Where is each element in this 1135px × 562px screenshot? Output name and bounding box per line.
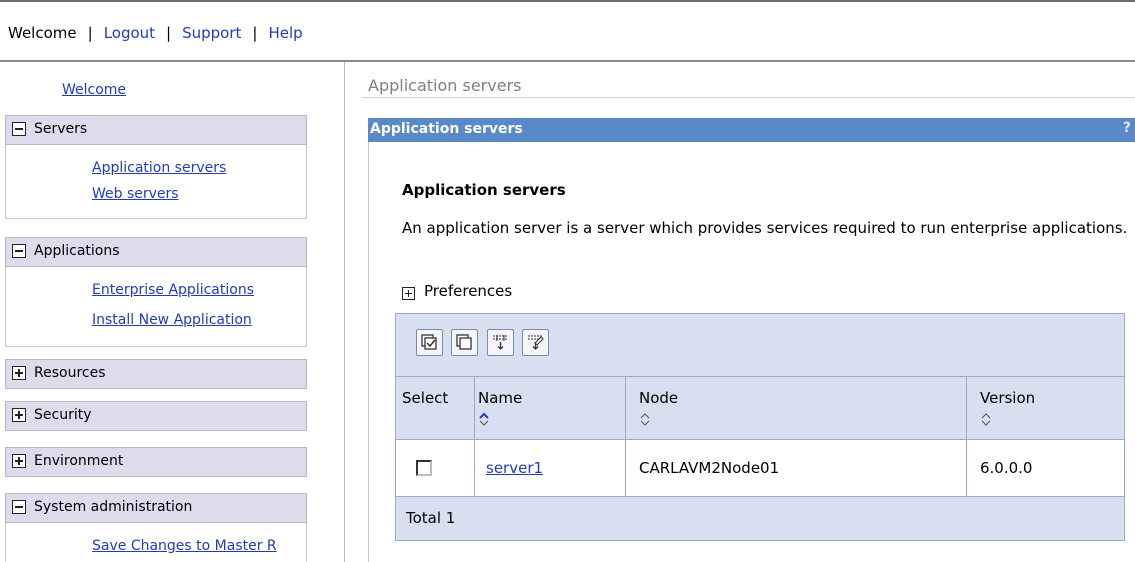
logout-link[interactable]: Logout (104, 24, 155, 42)
show-filter-icon (493, 335, 508, 350)
nav-item-save-changes[interactable]: Save Changes to Master R (92, 538, 277, 554)
collapse-icon[interactable] (12, 122, 26, 136)
collection-table: Select Name Node Version server1 CARLAVM… (395, 313, 1125, 541)
top-separator: | (166, 24, 172, 42)
show-filter-button[interactable] (487, 329, 514, 356)
nav-group-label: Security (34, 407, 92, 423)
column-header-label: Select (402, 389, 449, 407)
nav-group-environment[interactable]: Environment (5, 447, 307, 477)
table-toolbar (396, 314, 1124, 376)
collapse-icon[interactable] (12, 500, 26, 514)
portlet-title: Application servers (370, 121, 523, 137)
top-welcome-label: Welcome (8, 24, 77, 42)
column-header-node[interactable]: Node (625, 376, 966, 439)
deselect-all-button[interactable] (451, 329, 478, 356)
deselect-all-icon (456, 334, 472, 350)
nav-group-security[interactable]: Security (5, 401, 307, 431)
navigation-tree: Welcome Servers Application servers Web … (0, 62, 345, 562)
help-icon[interactable]: ? (1123, 120, 1131, 136)
table-total-row: Total 1 (396, 496, 1124, 540)
nav-group-label: Servers (34, 121, 88, 137)
column-header-name[interactable]: Name (474, 376, 625, 439)
server-name-link[interactable]: server1 (486, 459, 543, 477)
nav-item-enterprise-applications[interactable]: Enterprise Applications (92, 282, 254, 298)
nav-divider (344, 62, 345, 562)
expand-icon[interactable] (402, 287, 415, 300)
nav-item-install-new-application[interactable]: Install New Application (92, 312, 252, 328)
page-description: An application server is a server which … (402, 219, 1128, 237)
nav-group-applications-items: Enterprise Applications Install New Appl… (5, 267, 307, 347)
clear-filter-button[interactable] (522, 329, 549, 356)
nav-group-label: Resources (34, 365, 106, 381)
column-header-label[interactable]: Node (639, 389, 678, 407)
sort-icon-active[interactable] (478, 411, 490, 427)
top-links: Welcome | Logout | Support | Help (8, 24, 303, 42)
column-divider (625, 376, 626, 496)
nav-group-label: Environment (34, 453, 124, 469)
expand-icon[interactable] (12, 408, 26, 422)
nav-item-application-servers[interactable]: Application servers (92, 160, 226, 176)
nav-group-system-administration[interactable]: System administration (5, 493, 307, 523)
select-all-button[interactable] (416, 329, 443, 356)
nav-group-resources[interactable]: Resources (5, 359, 307, 389)
total-count: Total 1 (406, 509, 456, 527)
support-link[interactable]: Support (182, 24, 241, 42)
top-separator: | (252, 24, 258, 42)
nav-item-web-servers[interactable]: Web servers (92, 186, 179, 202)
select-all-icon (421, 334, 437, 350)
nav-group-label: System administration (34, 499, 193, 515)
column-divider (474, 376, 475, 496)
help-link[interactable]: Help (268, 24, 302, 42)
page-title: Application servers (402, 181, 566, 199)
column-header-version[interactable]: Version (966, 376, 1124, 439)
nav-group-label: Applications (34, 243, 120, 259)
expand-icon[interactable] (12, 366, 26, 380)
nav-group-servers-items: Application servers Web servers (5, 145, 307, 219)
top-separator: | (87, 24, 93, 42)
node-cell: CARLAVM2Node01 (639, 459, 780, 477)
breadcrumb: Application servers (368, 76, 522, 95)
portlet-title-bar: Application servers ? (368, 118, 1135, 142)
version-cell: 6.0.0.0 (980, 459, 1033, 477)
column-header-label[interactable]: Name (478, 389, 522, 407)
breadcrumb-divider (362, 97, 1135, 98)
table-row: server1 CARLAVM2Node01 6.0.0.0 (396, 439, 1124, 496)
top-bar: Welcome | Logout | Support | Help (0, 0, 1135, 62)
clear-filter-icon (528, 335, 544, 350)
row-select-checkbox[interactable] (416, 460, 432, 476)
preferences-label[interactable]: Preferences (424, 282, 512, 300)
collapse-icon[interactable] (12, 244, 26, 258)
nav-welcome-link[interactable]: Welcome (62, 82, 126, 98)
nav-group-applications[interactable]: Applications (5, 237, 307, 267)
sort-icon[interactable] (639, 411, 651, 427)
column-header-select: Select (396, 376, 474, 439)
expand-icon[interactable] (12, 454, 26, 468)
nav-group-servers[interactable]: Servers (5, 115, 307, 145)
nav-group-system-administration-items: Save Changes to Master R (5, 523, 307, 562)
sort-icon[interactable] (980, 411, 992, 427)
column-divider (966, 376, 967, 496)
column-header-label[interactable]: Version (980, 389, 1035, 407)
